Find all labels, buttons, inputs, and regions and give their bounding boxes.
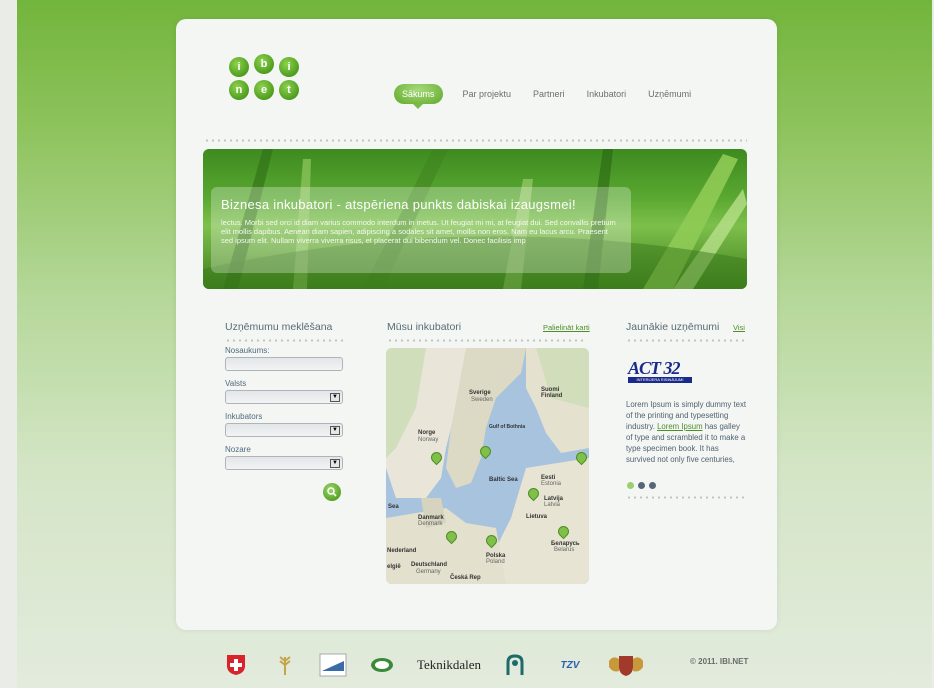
chevron-down-icon: ▼	[330, 426, 340, 435]
partner-logo-tz[interactable]	[319, 652, 347, 678]
map-label-gulf: Gulf of Bothnia	[489, 424, 526, 430]
hero-text: lectus. Morbi sed orci id diam varius co…	[221, 218, 616, 245]
map-label-nederland: Nederland	[387, 548, 417, 554]
search-button[interactable]	[323, 483, 341, 501]
nav-item-partners[interactable]: Partneri	[533, 89, 565, 99]
map-label-sverige: Sverige	[469, 390, 491, 396]
chevron-down-icon: ▼	[330, 459, 340, 468]
nav-item-home[interactable]: Sākums	[394, 84, 443, 109]
enlarge-map-link[interactable]: Palielināt karti	[543, 323, 590, 332]
nav-item-incubators[interactable]: Inkubatori	[587, 89, 627, 99]
map-label-lietuva: Lietuva	[526, 514, 548, 520]
map-label-belgie: elgië	[387, 564, 401, 570]
map-divider	[387, 339, 587, 342]
map-label-norge: Norge	[418, 430, 436, 436]
search-title: Uzņēmumu meklēšana	[225, 321, 333, 333]
logo-letter: e	[254, 80, 274, 100]
map-label-finland: Finland	[541, 393, 563, 399]
name-label: Nosaukums:	[225, 346, 270, 355]
oval-emblem-icon	[371, 658, 393, 672]
map-label-deutschland: Deutschland	[411, 562, 448, 568]
main-nav: Sākums Par projektu Partneri Inkubatori …	[394, 83, 713, 109]
map-label-belarus-en: Belarus	[554, 547, 575, 553]
company-brand: ACT 32	[628, 358, 681, 378]
view-all-link[interactable]: Visi	[733, 323, 745, 332]
country-label: Valsts	[225, 379, 247, 388]
search-divider	[225, 339, 343, 342]
ibinet-logo[interactable]: i b i n e t	[224, 54, 304, 102]
pager-dot[interactable]	[638, 482, 645, 489]
hero-overlay: Biznesa inkubatori - atspēriena punkts d…	[211, 187, 631, 273]
latest-title: Jaunākie uzņēmumi	[626, 321, 720, 333]
map-label-baltic: Baltic Sea	[489, 477, 518, 483]
map-label-germany: Germany	[416, 569, 441, 575]
company-logo[interactable]: ACT 32 INTERIJERA RISINĀJUMI	[628, 359, 692, 385]
map-label-poland: Poland	[486, 559, 505, 565]
copyright-text: © 2011. IBI.NET	[690, 657, 749, 666]
partner-logo-oval[interactable]	[369, 652, 395, 678]
shield-icon	[227, 655, 245, 675]
chart-logo-icon	[319, 653, 347, 677]
logo-letter: n	[229, 80, 249, 100]
company-description: Lorem Ipsum is simply dummy text of the …	[626, 399, 748, 465]
incubator-label: Inkubators	[225, 412, 263, 421]
partner-logo-tzv[interactable]: TZV	[556, 652, 584, 678]
map-label-sweden: Sweden	[471, 397, 493, 403]
slider-pager	[627, 482, 656, 489]
map-label-denmark: Denmark	[418, 521, 443, 527]
p-emblem-icon	[506, 654, 524, 675]
company-subtitle: INTERIJERA RISINĀJUMI	[628, 377, 692, 383]
sector-label: Nozare	[225, 445, 251, 454]
nav-item-about[interactable]: Par projektu	[463, 89, 512, 99]
hero-headline: Biznesa inkubatori - atspēriena punkts d…	[221, 197, 576, 212]
latest-bottom-divider	[626, 496, 746, 499]
map-label-estonia: Estonia	[541, 481, 562, 487]
logo-letter: t	[279, 80, 299, 100]
map-label-latvia: Latvia	[544, 502, 561, 508]
partner-logo-crest[interactable]	[606, 652, 646, 678]
country-select[interactable]: ▼	[225, 390, 343, 404]
sector-select[interactable]: ▼	[225, 456, 343, 470]
nav-item-companies[interactable]: Uzņēmumi	[648, 89, 691, 99]
map-label-sea: Sea	[388, 504, 399, 510]
wheat-icon	[279, 656, 291, 675]
logo-letter: i	[279, 57, 299, 77]
partner-logo-wheat[interactable]	[272, 652, 298, 678]
partner-logo-shield[interactable]	[225, 652, 247, 678]
pager-dot[interactable]	[627, 482, 634, 489]
map-label-cesko: Česká Rep	[450, 575, 481, 581]
latest-divider	[626, 339, 746, 342]
incubators-title: Mūsu inkubatori	[387, 321, 462, 333]
partner-logo-p[interactable]	[504, 652, 526, 678]
incubator-select[interactable]: ▼	[225, 423, 343, 437]
incubators-map[interactable]: Sverige Sweden Suomi Finland Norge Norwa…	[386, 348, 589, 584]
name-input[interactable]	[225, 357, 343, 371]
partner-logo-teknikdalen[interactable]: Teknikdalen	[414, 652, 484, 678]
coat-of-arms-icon	[609, 656, 643, 676]
search-icon	[327, 487, 337, 497]
logo-letter: b	[254, 54, 274, 74]
pager-dot[interactable]	[649, 482, 656, 489]
chevron-down-icon: ▼	[330, 393, 340, 402]
logo-letter: i	[229, 57, 249, 77]
hero-banner: Biznesa inkubatori - atspēriena punkts d…	[203, 149, 747, 289]
header-divider	[204, 139, 747, 142]
map-label-norway: Norway	[418, 437, 439, 443]
description-link[interactable]: Lorem Ipsum	[657, 422, 703, 431]
